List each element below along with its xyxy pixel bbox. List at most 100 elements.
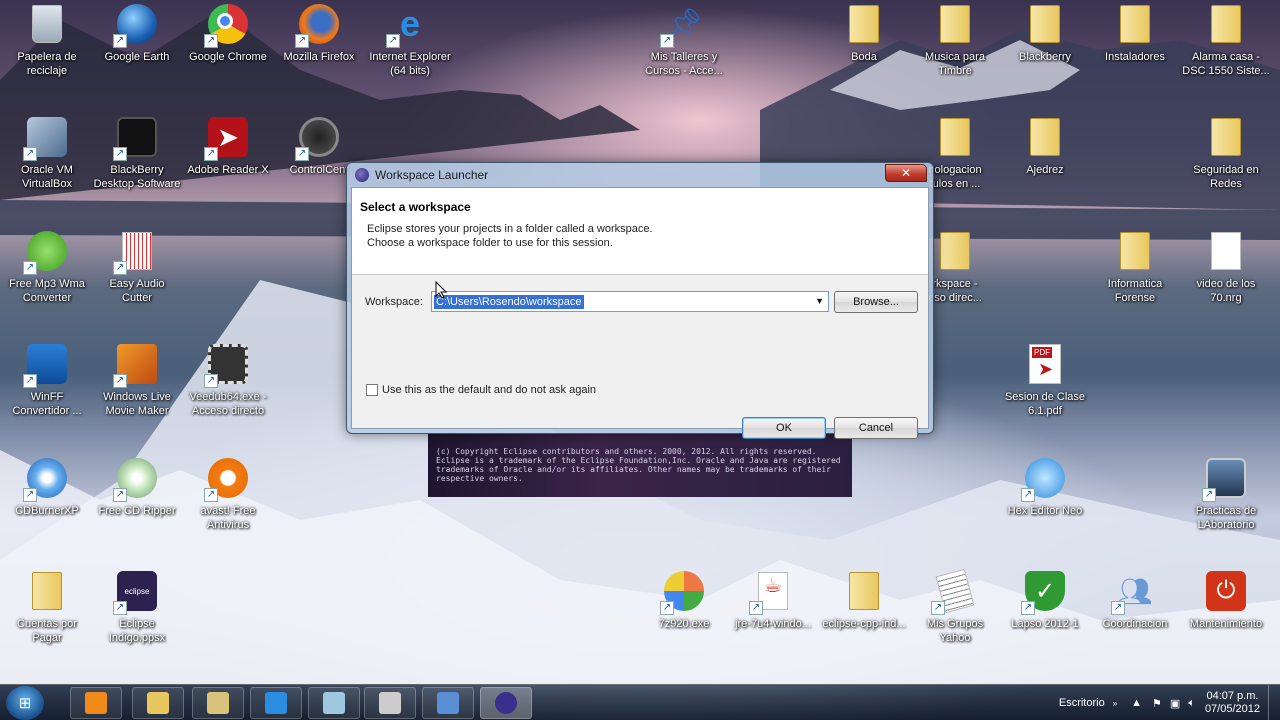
taskbar-button[interactable]: [192, 687, 244, 719]
desktop-icon-label: Boda: [851, 51, 877, 63]
toolbar-chevron-icon[interactable]: »: [1113, 699, 1117, 708]
desktop-icon[interactable]: Alarma casa - DSC 1550 Siste...: [1180, 2, 1272, 102]
default-checkbox[interactable]: [366, 384, 378, 396]
taskbar-button[interactable]: [364, 687, 416, 719]
folder-icon: [1113, 2, 1157, 46]
taskbar-button[interactable]: [480, 687, 532, 719]
desktop-icon[interactable]: ☕︎ ↗ jre-7u4-windo...: [727, 569, 819, 669]
control-center-icon: ↗: [295, 115, 341, 161]
desktop-icon[interactable]: ↗ Free Mp3 Wma Converter: [1, 229, 93, 329]
desktop-icon-label: Instaladores: [1105, 51, 1165, 63]
desktop-icon[interactable]: ↗ WinFF Convertidor ...: [1, 342, 93, 442]
blackberry-icon: ↗: [113, 115, 159, 161]
shortcut-arrow-icon: ↗: [113, 34, 127, 48]
desktop-icon[interactable]: ↗ Practicas de LAboratorio: [1180, 456, 1272, 556]
shortcut-arrow-icon: ↗: [113, 261, 127, 275]
show-hidden-icons-icon[interactable]: ▲: [1131, 697, 1142, 709]
start-button[interactable]: ⊞: [6, 686, 44, 720]
desktop-icon-label: Sesion de Clase 6.1.pdf: [1004, 391, 1086, 417]
desktop-icon-label: Ajedrez: [1026, 164, 1064, 176]
desktop-icon[interactable]: Seguridad en Redes: [1180, 115, 1272, 215]
desktop-icon[interactable]: ↗ Windows Live Movie Maker: [91, 342, 183, 442]
desktop-icon[interactable]: e ↗ Internet Explorer (64 bits): [364, 2, 456, 102]
folder-icon: [842, 569, 886, 613]
workspace-combo[interactable]: C:\Users\Rosendo\workspace ▼: [431, 291, 829, 312]
clock-date: 07/05/2012: [1204, 703, 1260, 715]
browse-button[interactable]: Browse...: [834, 291, 918, 313]
shortcut-arrow-icon: ↗: [204, 488, 218, 502]
desktop-icon[interactable]: ↗ avast! Free Antivirus: [182, 456, 274, 556]
desktop-icon[interactable]: ↗ 7z920.exe: [638, 569, 730, 669]
desktop-icon[interactable]: ⏻ Mantenimiento: [1180, 569, 1272, 669]
workspace-path-value[interactable]: C:\Users\Rosendo\workspace: [434, 294, 584, 309]
desktop-icon[interactable]: ↗ Oracle VM VirtualBox: [1, 115, 93, 215]
eclipse-splash-screen: (c) Copyright Eclipse contributors and o…: [428, 433, 852, 497]
action-center-flag-icon[interactable]: ⚑: [1152, 697, 1162, 710]
desktop-toolbar-label[interactable]: Escritorio: [1059, 697, 1105, 709]
dialog-titlebar[interactable]: Workspace Launcher: [347, 163, 933, 187]
cancel-button[interactable]: Cancel: [834, 417, 918, 439]
desktop-icon[interactable]: ↗ Veedub64.exe - Acceso directo: [182, 342, 274, 442]
desktop-icon[interactable]: ↗ CDBurnerXP: [1, 456, 93, 556]
desktop-icon-label: avast! Free Antivirus: [200, 505, 256, 531]
desktop-icon-label: BlackBerry Desktop Software: [93, 164, 181, 190]
show-desktop-button[interactable]: [1268, 685, 1280, 720]
desktop-icon[interactable]: Blackberry: [999, 2, 1091, 102]
desktop-icon[interactable]: ↗ Mozilla Firefox: [273, 2, 365, 102]
windows-logo-icon: ⊞: [18, 695, 32, 712]
winff-icon: ↗: [23, 342, 69, 388]
desktop-icon[interactable]: ↗ Mis Grupos Yahoo: [909, 568, 1001, 669]
desktop-icon[interactable]: ↗ Free CD Ripper: [91, 456, 183, 556]
folder-icon: [933, 229, 977, 273]
desktop-icon-label: Free CD Ripper: [98, 505, 176, 517]
desktop-icon[interactable]: Cuentas por Pagar: [1, 569, 93, 669]
taskbar-button[interactable]: [422, 687, 474, 719]
desktop-icon-label: Lapso 2012-1: [1011, 618, 1079, 630]
film-gear-icon: ↗: [204, 342, 250, 388]
ok-button[interactable]: OK: [742, 417, 826, 439]
desktop-icon-label: Google Earth: [104, 51, 170, 63]
taskbar-button[interactable]: [308, 687, 360, 719]
dropdown-arrow-icon[interactable]: ▼: [815, 296, 824, 306]
taskbar-button[interactable]: [250, 687, 302, 719]
desktop-icon-label: Adobe Reader X: [187, 164, 269, 176]
shortcut-arrow-icon: ↗: [1111, 601, 1125, 615]
internet-explorer-icon: [265, 692, 287, 714]
desktop-icon[interactable]: Instaladores: [1089, 2, 1181, 102]
desktop-icon[interactable]: Musica para Timbre: [909, 2, 1001, 102]
desktop-icon[interactable]: ✓ ↗ Lapso 2012-1: [999, 569, 1091, 669]
adobe-reader-icon: ➤ ↗: [204, 115, 250, 161]
volume-icon[interactable]: 🔈︎: [1188, 697, 1195, 710]
clock[interactable]: 04:07 p.m. 07/05/2012: [1205, 690, 1260, 716]
desktop-icon[interactable]: eclipse ↗ Eclipse Indigo.ppsx: [91, 569, 183, 669]
desktop-icon[interactable]: Papelera de reciclaje: [1, 2, 93, 102]
desktop-icon[interactable]: 👥︎ ↗ Coordinacion: [1089, 569, 1181, 669]
desktop-icon[interactable]: ↗ Easy Audio Cutter: [91, 229, 183, 329]
desktop-icon-label: Oracle VM VirtualBox: [21, 164, 73, 190]
desktop-icon[interactable]: Sesion de Clase 6.1.pdf: [999, 342, 1091, 442]
taskbar-button[interactable]: [70, 687, 122, 719]
desktop-icon[interactable]: 📌︎ ↗ Mis Talleres y Cursos - Acce...: [638, 2, 730, 102]
default-checkbox-label[interactable]: Use this as the default and do not ask a…: [382, 384, 596, 396]
desktop-icon[interactable]: Informatica Forense: [1089, 229, 1181, 329]
network-icon[interactable]: ▣: [1170, 697, 1180, 710]
desktop-icon[interactable]: Ajedrez: [999, 115, 1091, 215]
desktop-icon[interactable]: ↗ Hex Editor Neo: [999, 456, 1091, 556]
desktop-icon-label: Mantenimiento: [1189, 618, 1263, 630]
desktop-icon[interactable]: ➤ ↗ Adobe Reader X: [182, 115, 274, 215]
close-button[interactable]: ✕: [885, 164, 927, 182]
shortcut-arrow-icon: ↗: [295, 34, 309, 48]
desktop-icon-label: Mis Talleres y Cursos - Acce...: [645, 51, 723, 77]
desktop-icon[interactable]: ↗ BlackBerry Desktop Software: [91, 115, 183, 215]
default-workspace-option[interactable]: Use this as the default and do not ask a…: [366, 384, 596, 396]
taskbar-button[interactable]: [132, 687, 184, 719]
desktop-icon[interactable]: Boda: [818, 2, 910, 102]
firefox-icon: ↗: [295, 2, 341, 48]
desktop-icon-label: CDBurnerXP: [15, 505, 79, 517]
desktop-icon[interactable]: eclipse-cpp-ind...: [818, 569, 910, 669]
desktop-icon[interactable]: video de los 70.nrg: [1180, 229, 1272, 329]
desktop-icon[interactable]: ↗ Google Chrome: [182, 2, 274, 102]
desktop-icon[interactable]: ↗ Google Earth: [91, 2, 183, 102]
shortcut-arrow-icon: ↗: [204, 34, 218, 48]
newspaper-icon: ↗: [931, 568, 977, 615]
